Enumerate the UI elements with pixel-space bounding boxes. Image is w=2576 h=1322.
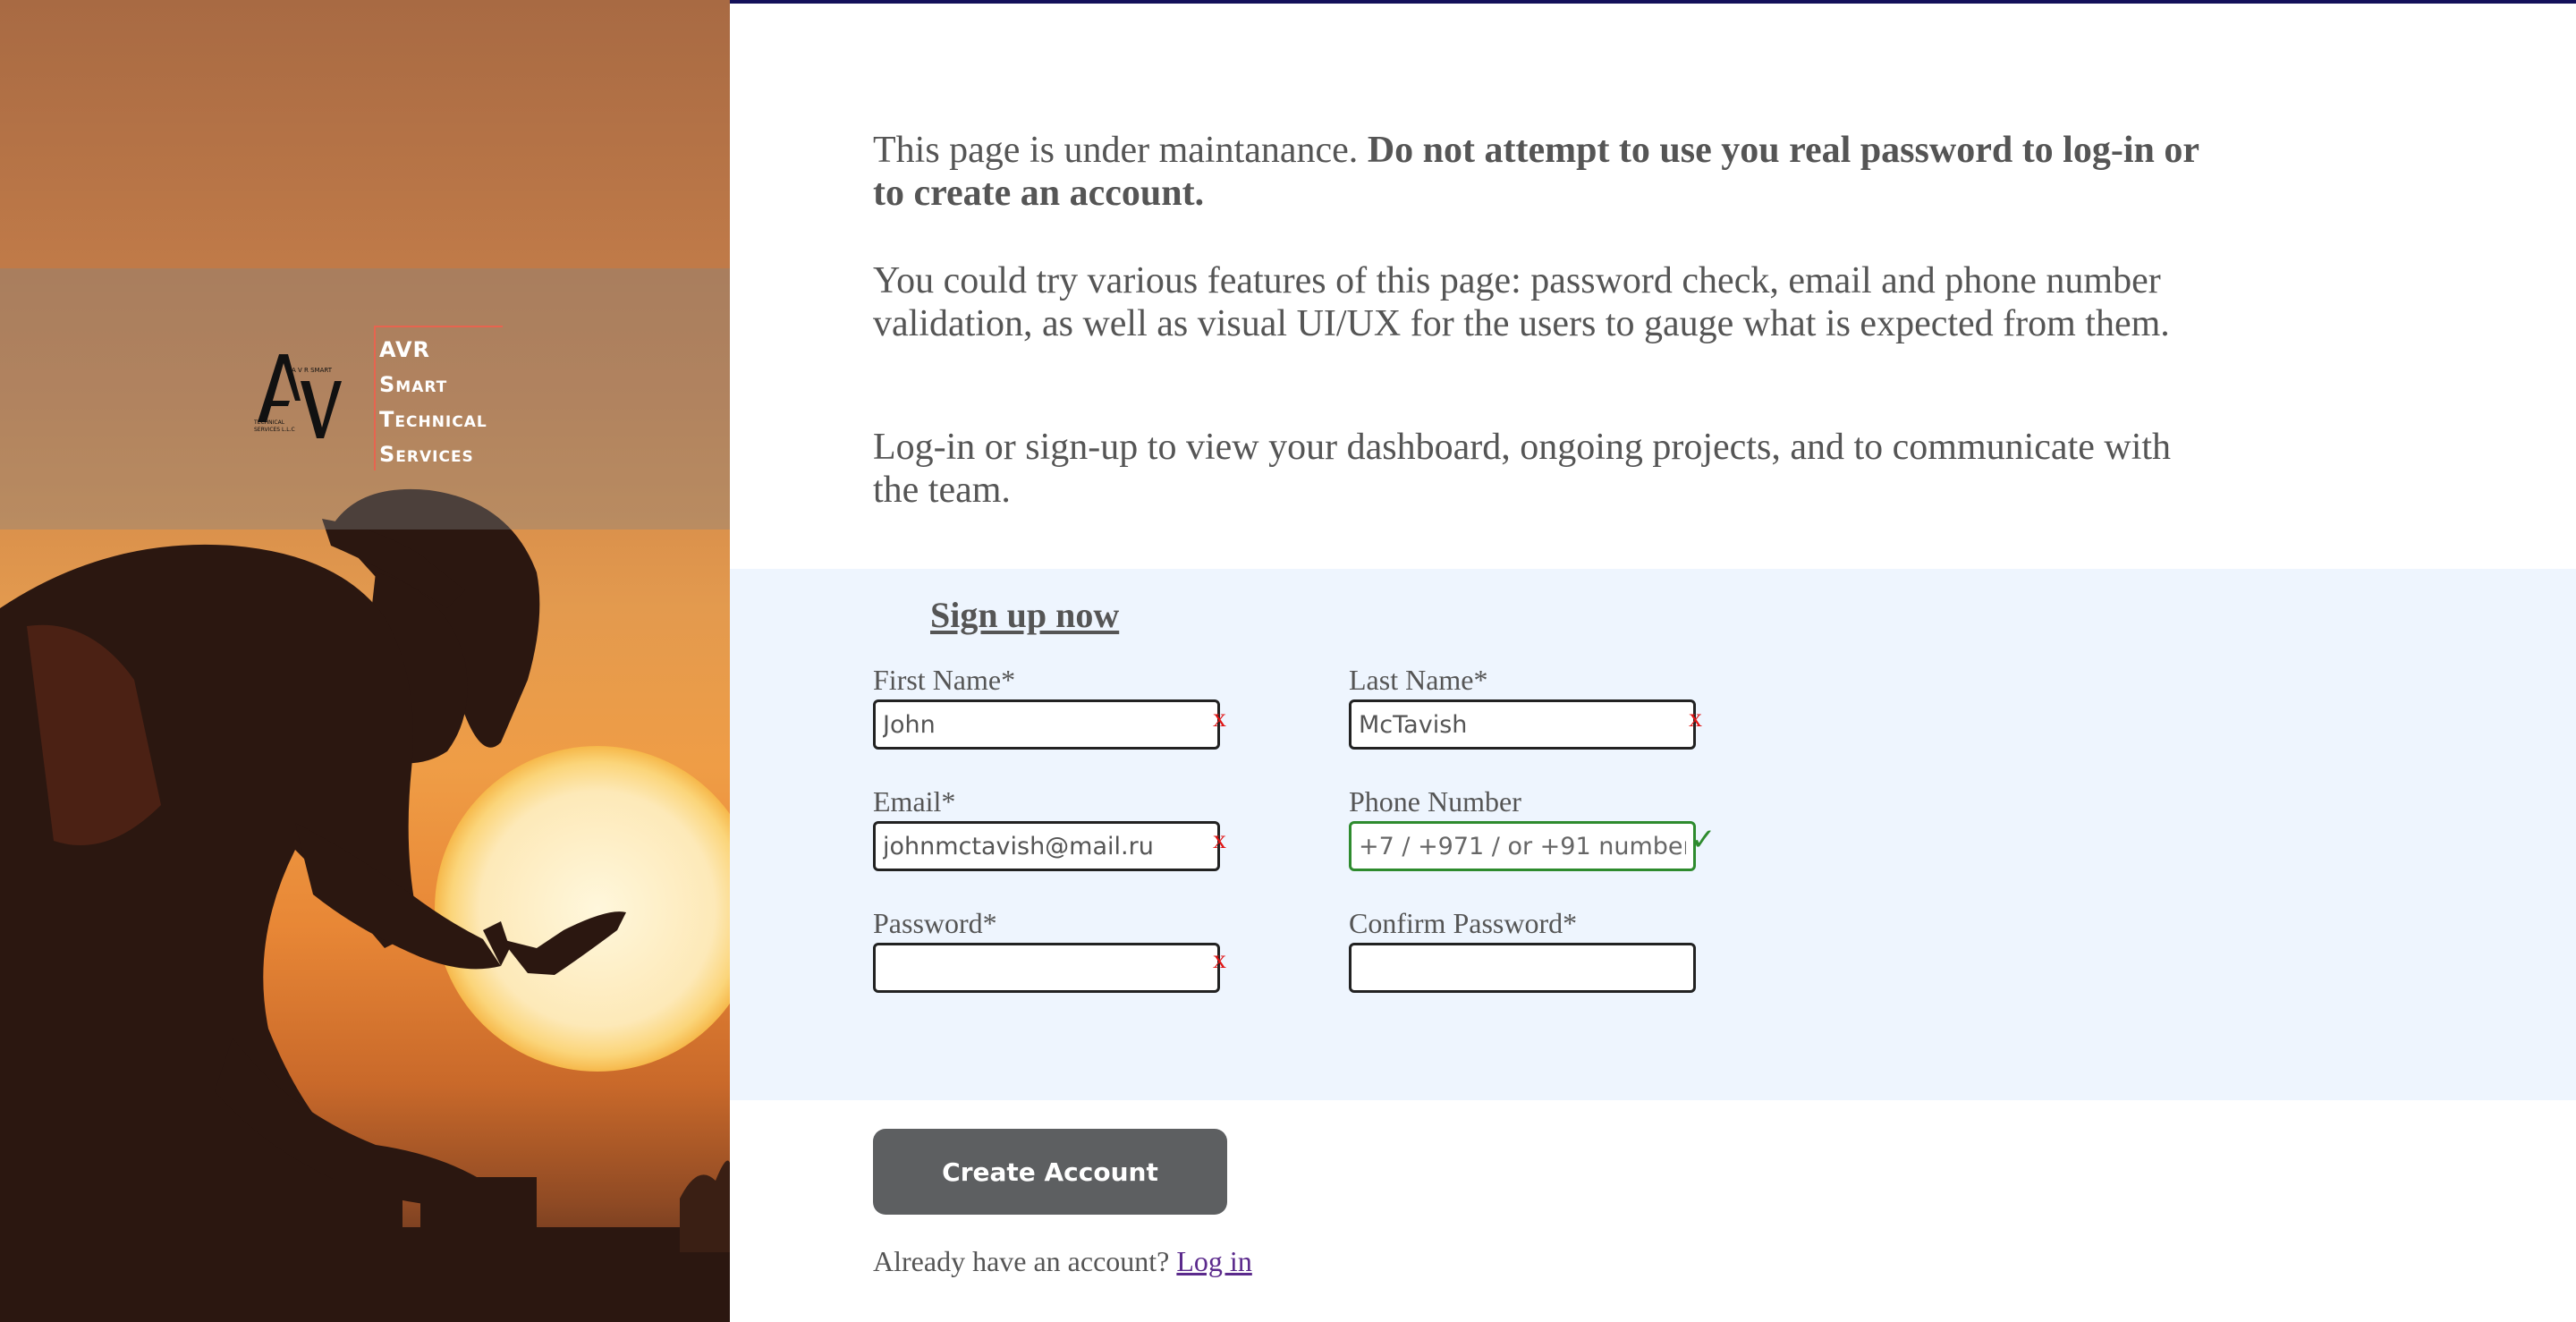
- create-account-button[interactable]: Create Account: [873, 1129, 1227, 1215]
- brand-line-2: Smart: [379, 372, 448, 397]
- foliage-silhouette: [680, 1160, 730, 1252]
- email-invalid-icon: x: [1213, 825, 1226, 854]
- password-field[interactable]: [873, 943, 1220, 993]
- logo-divider: [374, 326, 376, 470]
- first-name-label: First Name*: [873, 664, 1016, 696]
- sun: [435, 746, 730, 1072]
- login-link[interactable]: Log in: [1176, 1245, 1251, 1277]
- last-name-field[interactable]: [1349, 699, 1696, 750]
- svg-text:SERVICES L.L.C: SERVICES L.L.C: [254, 427, 295, 433]
- signup-title: Sign up now: [930, 595, 1120, 635]
- phone-label: Phone Number: [1349, 785, 1521, 818]
- hero-panel: A V R SMART TECHNICAL SERVICES L.L.C AVR…: [0, 0, 730, 1322]
- signup-page: A V R SMART TECHNICAL SERVICES L.L.C AVR…: [0, 0, 2576, 1322]
- last-name-label: Last Name*: [1349, 664, 1488, 696]
- first-name-invalid-icon: x: [1213, 703, 1226, 733]
- phone-field[interactable]: [1349, 821, 1696, 871]
- logo-divider-top: [374, 326, 503, 327]
- svg-text:A V R SMART: A V R SMART: [292, 367, 333, 374]
- brand-line-1: AVR: [379, 337, 430, 362]
- company-logo-icon: A V R SMART TECHNICAL SERVICES L.L.C: [253, 354, 342, 438]
- brand-line-4: Services: [379, 442, 474, 467]
- cta-text: Log-in or sign-up to view your dashboard…: [873, 427, 2172, 511]
- maintenance-notice: This page is under maintanance. Do not a…: [873, 129, 2215, 215]
- first-name-field[interactable]: [873, 699, 1220, 750]
- brand-line-3: Technical: [379, 407, 487, 432]
- email-label: Email*: [873, 785, 956, 818]
- confirm-password-field[interactable]: [1349, 943, 1696, 993]
- password-invalid-icon: x: [1213, 945, 1226, 974]
- brand-name: AVR Smart Technical Services: [379, 333, 558, 472]
- svg-text:TECHNICAL: TECHNICAL: [253, 419, 285, 426]
- confirm-password-label: Confirm Password*: [1349, 907, 1578, 939]
- brand-banner: [0, 268, 730, 530]
- worker-sunset-illustration: [0, 488, 730, 1322]
- email-field[interactable]: [873, 821, 1220, 871]
- login-prompt-text: Already have an account?: [873, 1245, 1177, 1277]
- phone-valid-check-icon: ✓: [1690, 822, 1716, 858]
- password-label: Password*: [873, 907, 997, 939]
- login-prompt: Already have an account? Log in: [873, 1245, 1252, 1278]
- last-name-invalid-icon: x: [1689, 703, 1702, 733]
- notice-plain: This page is under maintanance.: [873, 130, 1368, 171]
- features-text: You could try various features of this p…: [873, 260, 2170, 344]
